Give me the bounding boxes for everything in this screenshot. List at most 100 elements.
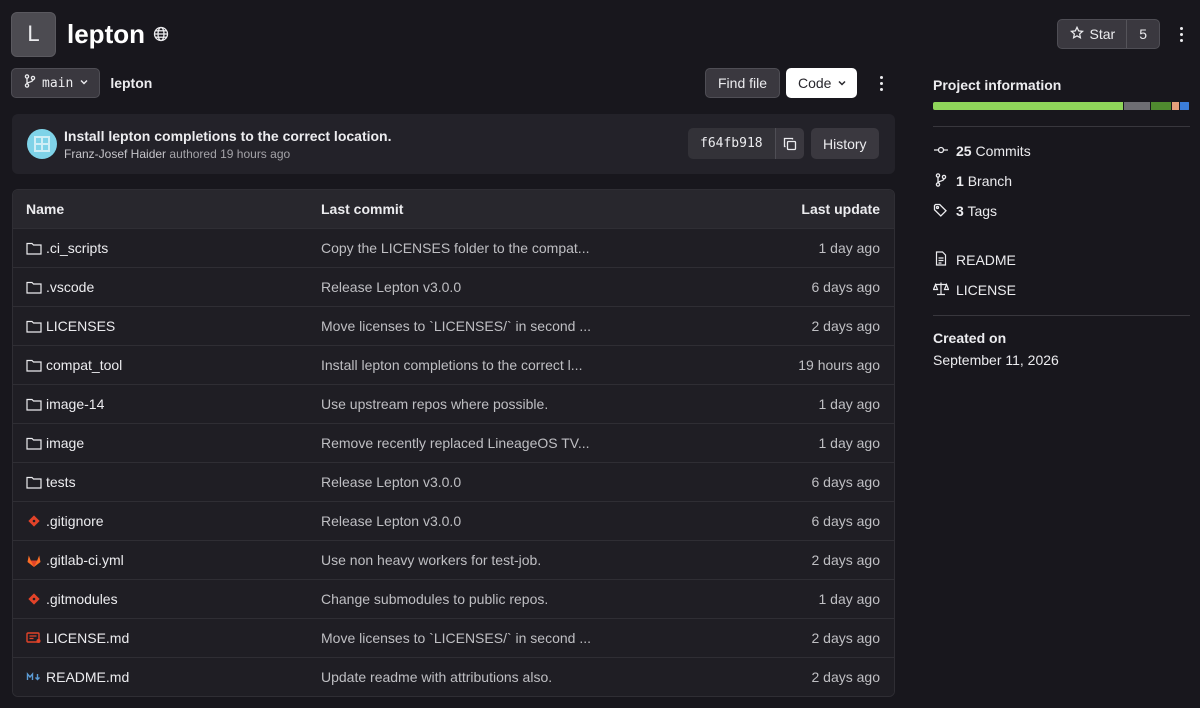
file-name[interactable]: .vscode (46, 279, 94, 295)
file-last-commit[interactable]: Install lepton completions to the correc… (307, 357, 707, 373)
file-last-commit[interactable]: Change submodules to public repos. (307, 591, 707, 607)
tags-label: Tags (967, 203, 998, 219)
folder-icon (26, 474, 42, 490)
file-last-commit[interactable]: Release Lepton v3.0.0 (307, 513, 707, 529)
file-last-update: 6 days ago (811, 279, 881, 295)
language-bar[interactable] (933, 102, 1190, 110)
git-icon (26, 591, 42, 607)
commit-sha[interactable]: f64fb918 (688, 128, 775, 159)
folder-icon (26, 279, 42, 295)
file-name[interactable]: .gitmodules (46, 591, 118, 607)
file-last-commit[interactable]: Move licenses to `LICENSES/` in second .… (307, 630, 707, 646)
project-sidebar: Project information 25 Commits 1 Branch (932, 77, 1190, 368)
file-name[interactable]: .gitlab-ci.yml (46, 552, 124, 568)
file-name[interactable]: .ci_scripts (46, 240, 108, 256)
table-row: tests Release Lepton v3.0.0 6 days ago (13, 462, 894, 501)
license-label: LICENSE (956, 282, 1016, 298)
file-name[interactable]: README.md (46, 669, 129, 685)
file-last-commit[interactable]: Remove recently replaced LineageOS TV... (307, 435, 707, 451)
gitlab-icon (26, 552, 42, 568)
file-name[interactable]: LICENSES (46, 318, 115, 334)
branches-link[interactable]: 1 Branch (933, 166, 1190, 196)
folder-icon (26, 240, 42, 256)
file-name[interactable]: tests (46, 474, 76, 490)
tags-link[interactable]: 3 Tags (933, 196, 1190, 226)
code-button[interactable]: Code (786, 68, 858, 98)
globe-icon (153, 26, 169, 42)
file-name-cell[interactable]: image (13, 435, 307, 451)
star-count[interactable]: 5 (1127, 20, 1159, 48)
file-name-cell[interactable]: .vscode (13, 279, 307, 295)
file-name[interactable]: compat_tool (46, 357, 122, 373)
language-segment[interactable] (933, 102, 1124, 110)
table-row: .gitmodules Change submodules to public r… (13, 579, 894, 618)
file-name-cell[interactable]: .gitlab-ci.yml (13, 552, 307, 568)
find-file-button[interactable]: Find file (705, 68, 781, 98)
language-segment[interactable] (1171, 102, 1179, 110)
copy-icon[interactable] (774, 128, 804, 159)
file-name-cell[interactable]: LICENSES (13, 318, 307, 334)
commit-time: 19 hours ago (220, 146, 291, 161)
project-page: L lepton Star 5 main lepton Find file Co… (0, 0, 1200, 708)
commits-link[interactable]: 25 Commits (933, 136, 1190, 166)
project-title[interactable]: lepton (67, 19, 145, 50)
file-name-cell[interactable]: .gitignore (13, 513, 307, 529)
star-group: Star 5 (1056, 19, 1160, 49)
file-name-cell[interactable]: README.md (13, 669, 307, 685)
project-avatar[interactable]: L (11, 11, 56, 57)
readme-link[interactable]: README (933, 245, 1190, 275)
file-name[interactable]: image-14 (46, 396, 104, 412)
created-date: September 11, 2026 (933, 352, 1059, 368)
file-name[interactable]: LICENSE.md (46, 630, 129, 646)
tags-count: 3 (956, 203, 964, 219)
file-name-cell[interactable]: .gitmodules (13, 591, 307, 607)
license-link[interactable]: LICENSE (932, 275, 1190, 305)
table-header: Name Last commit Last update (13, 190, 894, 228)
file-last-commit[interactable]: Use non heavy workers for test-job. (307, 552, 707, 568)
language-segment[interactable] (1124, 102, 1150, 110)
header-date: Last update (801, 201, 880, 217)
file-last-commit[interactable]: Update readme with attributions also. (307, 669, 707, 685)
file-name-cell[interactable]: tests (13, 474, 307, 490)
chevron-down-icon (79, 76, 89, 91)
file-icon (933, 251, 949, 269)
avatar[interactable] (27, 129, 57, 159)
language-segment[interactable] (1151, 102, 1171, 110)
file-last-update: 1 day ago (818, 240, 881, 256)
file-name[interactable]: .gitignore (46, 513, 104, 529)
file-last-update: 1 day ago (818, 396, 881, 412)
file-last-commit[interactable]: Release Lepton v3.0.0 (307, 279, 707, 295)
created-label: Created on (933, 330, 1007, 346)
more-actions-icon[interactable] (1173, 19, 1189, 49)
table-row: .gitlab-ci.yml Use non heavy workers for … (13, 540, 894, 579)
license-file-icon (26, 630, 42, 646)
language-segment[interactable] (1179, 102, 1189, 110)
file-table: Name Last commit Last update .ci_scripts… (12, 189, 895, 697)
file-last-update: 2 days ago (811, 552, 881, 568)
file-last-update: 2 days ago (811, 630, 881, 646)
breadcrumb[interactable]: lepton (110, 75, 152, 91)
commit-title[interactable]: Install lepton completions to the correc… (64, 128, 391, 144)
file-name-cell[interactable]: .ci_scripts (13, 240, 307, 256)
commit-author[interactable]: Franz-Josef Haider (64, 147, 166, 161)
repo-actions-icon[interactable] (872, 68, 890, 98)
divider (933, 315, 1190, 316)
branch-switcher[interactable]: main (11, 68, 101, 98)
file-last-commit[interactable]: Release Lepton v3.0.0 (307, 474, 707, 490)
file-last-commit[interactable]: Copy the LICENSES folder to the compat..… (307, 240, 707, 256)
file-name-cell[interactable]: compat_tool (13, 357, 307, 373)
file-name-cell[interactable]: image-14 (13, 396, 307, 412)
file-name-cell[interactable]: LICENSE.md (13, 630, 307, 646)
file-last-update: 2 days ago (811, 318, 881, 334)
file-last-commit[interactable]: Use upstream repos where possible. (307, 396, 707, 412)
history-button[interactable]: History (811, 128, 879, 159)
commit-text: Install lepton completions to the correc… (64, 128, 391, 161)
commit-authored: authored (169, 146, 217, 161)
file-name[interactable]: image (46, 435, 84, 451)
branch-icon (933, 172, 949, 190)
file-last-update: 1 day ago (818, 591, 881, 607)
star-button[interactable]: Star (1058, 20, 1128, 48)
commits-count: 25 (956, 143, 972, 159)
header-name: Name (26, 201, 65, 217)
file-last-commit[interactable]: Move licenses to `LICENSES/` in second .… (307, 318, 707, 334)
